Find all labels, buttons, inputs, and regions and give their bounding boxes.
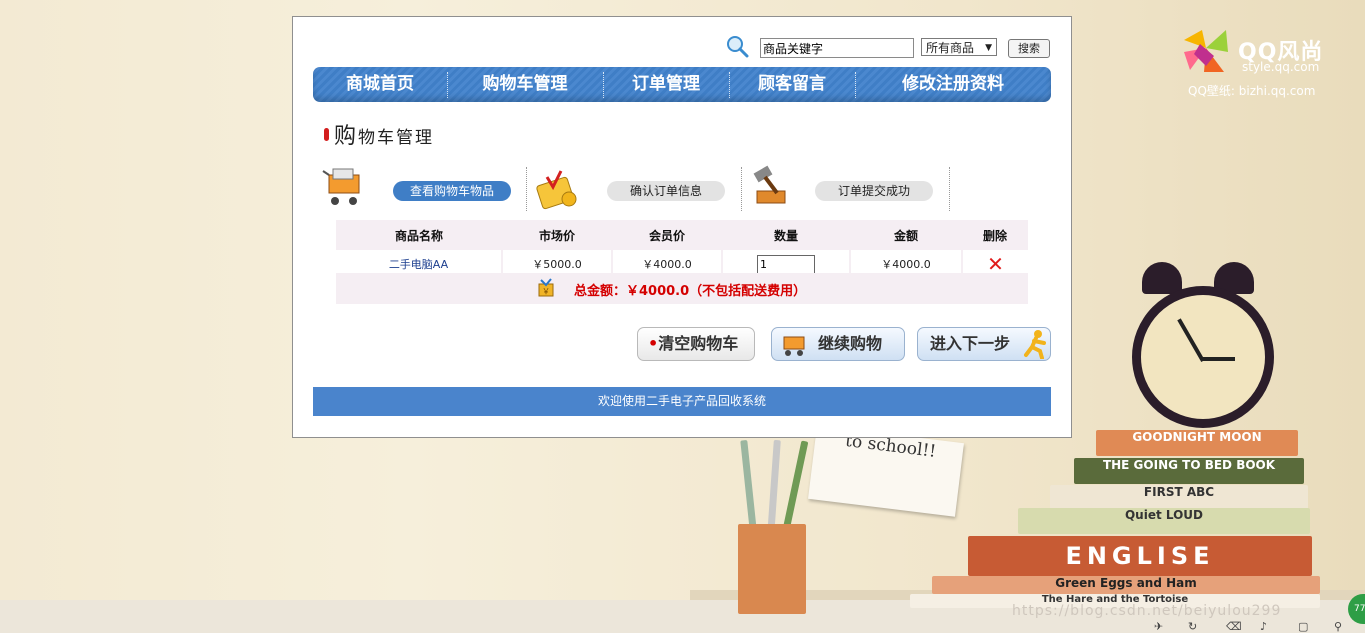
running-figure-icon <box>1024 330 1046 359</box>
money-bag-icon: ￥ <box>538 278 554 297</box>
cart-icon <box>783 336 805 356</box>
nav-messages[interactable]: 顾客留言 <box>729 67 855 102</box>
step-divider <box>949 167 951 211</box>
qq-logo-mark-icon <box>1184 30 1228 72</box>
continue-shopping-button[interactable]: 继续购物 <box>771 327 905 361</box>
magnifier-icon <box>727 36 749 58</box>
col-member-price: 会员价 <box>612 220 722 250</box>
pencil-cup <box>738 524 806 614</box>
bullet-icon <box>324 128 329 141</box>
calculator-icon <box>536 170 577 210</box>
watermark: https://blog.csdn.net/beiyulou299 <box>1012 603 1282 619</box>
col-delete: 删除 <box>962 220 1028 250</box>
footer-banner: 欢迎使用二手电子产品回收系统 <box>313 387 1051 416</box>
speaker-icon[interactable]: ♪ <box>1260 620 1267 633</box>
category-select[interactable]: 所有商品 ▼ <box>921 38 997 56</box>
nav-home[interactable]: 商城首页 <box>313 67 447 102</box>
table-header-row: 商品名称 市场价 会员价 数量 金额 删除 <box>336 220 1028 250</box>
nav-cart[interactable]: 购物车管理 <box>447 67 603 102</box>
cart-table: 商品名称 市场价 会员价 数量 金额 删除 二手电脑AA ￥5000.0 ￥40… <box>336 220 1028 278</box>
next-step-button[interactable]: 进入下一步 <box>917 327 1051 361</box>
book: Green Eggs and Ham <box>932 576 1320 594</box>
search-button[interactable]: 搜索 <box>1008 39 1050 58</box>
shop-panel: 所有商品 ▼ 搜索 商城首页 购物车管理 订单管理 顾客留言 修改注册资料 购物… <box>292 16 1072 438</box>
clock-bell <box>1142 262 1182 294</box>
book: GOODNIGHT MOON <box>1096 430 1298 456</box>
product-link[interactable]: 二手电脑AA <box>389 258 448 271</box>
step-view-cart: 查看购物车物品 <box>393 181 511 201</box>
bullet-icon: • <box>648 334 659 353</box>
page-title: 购物车管理 <box>334 124 435 149</box>
step-divider <box>741 167 743 211</box>
qq-style-logo: QQ风尚 style.qq.com QQ壁纸: bizhi.qq.com <box>1180 26 1330 98</box>
total-row: ￥ 总金额：￥4000.0（不包括配送费用） <box>336 273 1028 304</box>
hammer-icon <box>753 165 786 204</box>
book: Quiet LOUD <box>1018 508 1310 534</box>
step-order-submitted: 订单提交成功 <box>815 181 933 201</box>
clear-cart-button[interactable]: •清空购物车 <box>637 327 755 361</box>
pin-icon[interactable]: ✈ <box>1154 620 1163 633</box>
nav-orders[interactable]: 订单管理 <box>603 67 729 102</box>
brand-sub: QQ壁纸: bizhi.qq.com <box>1188 84 1316 98</box>
search-icon[interactable]: ⚲ <box>1334 620 1342 633</box>
col-market-price: 市场价 <box>502 220 612 250</box>
total-amount: 总金额：￥4000.0（不包括配送费用） <box>574 284 807 299</box>
step-confirm-order: 确认订单信息 <box>607 181 725 201</box>
cart-icon <box>322 168 360 205</box>
window-icon[interactable]: ▢ <box>1298 620 1308 633</box>
category-select-value: 所有商品 <box>926 41 975 55</box>
chevron-down-icon: ▼ <box>985 43 992 53</box>
refresh-icon[interactable]: ↻ <box>1188 620 1197 633</box>
book: ENGLISE <box>968 536 1312 576</box>
step-divider <box>526 167 528 211</box>
col-name: 商品名称 <box>336 220 502 250</box>
quantity-input[interactable] <box>757 254 815 274</box>
book: THE GOING TO BED BOOK <box>1074 458 1304 484</box>
search-input[interactable] <box>760 38 914 58</box>
trash-icon[interactable]: ⌫ <box>1226 620 1242 633</box>
brand-site: style.qq.com <box>1242 60 1320 74</box>
main-nav: 商城首页 购物车管理 订单管理 顾客留言 修改注册资料 <box>313 67 1051 102</box>
svg-text:￥: ￥ <box>542 287 550 296</box>
note-paper: to school!! <box>808 425 964 517</box>
taskbar: ✈ ↻ ⌫ ♪ ▢ ⚲ <box>1148 620 1365 633</box>
col-amount: 金额 <box>850 220 962 250</box>
nav-profile[interactable]: 修改注册资料 <box>855 67 1051 102</box>
alarm-clock-icon <box>1132 286 1274 428</box>
col-quantity: 数量 <box>722 220 850 250</box>
